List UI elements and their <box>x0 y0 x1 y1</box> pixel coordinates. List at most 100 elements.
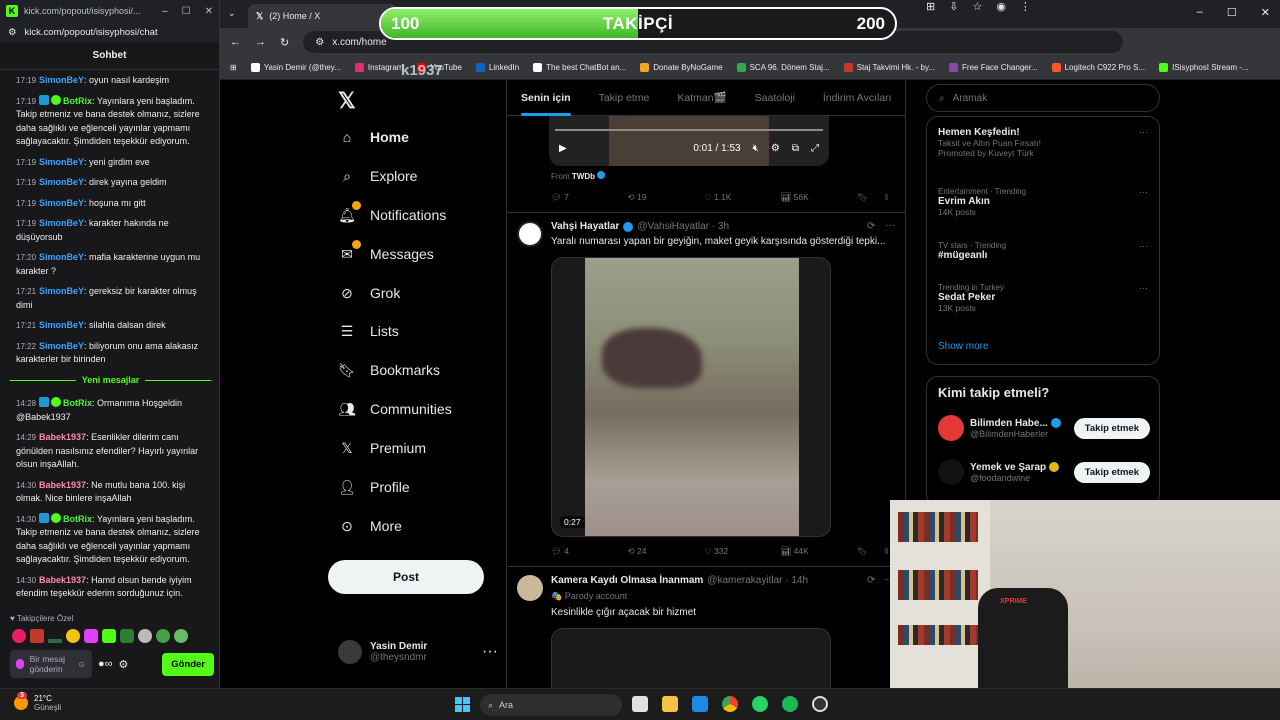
message-username[interactable]: BotRix <box>63 514 92 524</box>
like-action[interactable]: ♡ 1.1K <box>704 192 781 203</box>
reply-action[interactable]: 💬︎ 4 <box>551 546 628 557</box>
like-action[interactable]: ♡ 332 <box>704 546 781 557</box>
emote-icon[interactable] <box>66 629 80 643</box>
menu-icon[interactable]: ⋮ <box>1020 0 1031 13</box>
show-more-link[interactable]: Show more <box>938 341 989 352</box>
emote-picker-icon[interactable]: ●∞ <box>98 658 113 670</box>
reload-icon[interactable]: ↻ <box>280 36 289 49</box>
more-dots-icon[interactable]: ··· <box>482 643 498 661</box>
emote-icon[interactable] <box>120 629 134 643</box>
bookmark-item[interactable]: The best ChatBot an... <box>533 63 626 72</box>
nav-item-profile[interactable]: 👤︎ Profile <box>338 478 410 496</box>
avatar[interactable] <box>517 221 543 247</box>
trend-item[interactable]: Trending in Turkey Sedat Peker 13K posts ··… <box>938 283 1148 313</box>
tweet-media[interactable] <box>551 628 831 688</box>
spotify-icon[interactable] <box>782 696 798 712</box>
site-settings-icon[interactable]: ⚙ <box>8 27 17 38</box>
nav-item-bookmarks[interactable]: 🔖︎ Bookmarks <box>338 361 440 379</box>
message-username[interactable]: SimonBeY <box>39 198 84 208</box>
timeline-tab[interactable]: Katman🎬 <box>677 91 726 104</box>
avatar[interactable] <box>517 575 543 601</box>
nav-item-home[interactable]: ⌂ Home <box>338 128 409 146</box>
bookmark-item[interactable]: Yasin Demir (@they... <box>250 63 341 72</box>
play-icon[interactable]: ▶ <box>559 143 567 154</box>
message-username[interactable]: Babek1937 <box>39 480 86 490</box>
site-info-icon[interactable]: ⚙ <box>315 37 324 48</box>
star-icon[interactable]: ☆ <box>972 0 982 13</box>
message-username[interactable]: BotRix <box>63 398 92 408</box>
nav-item-explore[interactable]: ⌕ Explore <box>338 167 417 185</box>
more-dots-icon[interactable]: ··· <box>885 220 895 231</box>
close-icon[interactable]: ✕ <box>1261 6 1270 19</box>
suggested-account[interactable]: Yemek ve Şarap @foodandwine Takip etmek <box>938 459 1150 485</box>
post-button[interactable]: Post <box>328 560 484 594</box>
video-player[interactable]: ▶ 0:01 / 1:53 🔇︎ ⚙ ⧉ ⤢ <box>549 116 829 166</box>
settings-gear-icon[interactable]: ⚙ <box>119 658 129 671</box>
message-username[interactable]: SimonBeY <box>39 75 84 85</box>
bookmark-item[interactable]: LinkedIn <box>475 63 519 72</box>
forward-icon[interactable]: → <box>255 36 266 48</box>
timeline-tab[interactable]: İndirim Avcıları <box>823 92 892 104</box>
bookmark-item[interactable]: SCA 96. Dönem Staj... <box>736 63 830 72</box>
nav-item-communities[interactable]: 👥︎ Communities <box>338 400 452 418</box>
emote-icon[interactable] <box>102 629 116 643</box>
back-icon[interactable]: ← <box>230 36 241 48</box>
message-username[interactable]: SimonBeY <box>39 218 84 228</box>
weather-widget[interactable]: 3 21°C Güneşli <box>14 692 61 712</box>
views-action[interactable]: 📊︎ 56K <box>781 192 858 203</box>
tweet-handle[interactable]: @VahsiHayatlar · 3h <box>637 221 729 232</box>
send-button[interactable]: Gönder <box>162 652 214 676</box>
message-username[interactable]: BotRix <box>63 96 92 106</box>
grok-icon[interactable]: ⟳ <box>867 575 875 586</box>
nav-item-lists[interactable]: ☰ Lists <box>338 322 399 340</box>
bookmark-item[interactable]: Free Face Changer... <box>949 63 1038 72</box>
bookmark-item[interactable]: ISisyphosI Stream -... <box>1159 63 1249 72</box>
bookmark-item[interactable]: Staj Takvimi Hk. - by... <box>843 63 935 72</box>
x-logo-icon[interactable]: 𝕏 <box>338 88 356 114</box>
reply-action[interactable]: 💬︎ 7 <box>551 192 628 203</box>
nav-item-premium[interactable]: 𝕏 Premium <box>338 439 426 457</box>
more-dots-icon[interactable]: ··· <box>1139 283 1148 293</box>
tab-search-icon[interactable]: ⌄ <box>228 8 236 19</box>
store-icon[interactable] <box>692 696 708 712</box>
whatsapp-icon[interactable] <box>752 696 768 712</box>
minimize-icon[interactable]: – <box>162 6 168 17</box>
browser-tab[interactable]: 𝕏 (2) Home / X ✕ <box>248 4 398 28</box>
emote-icon[interactable] <box>48 639 62 643</box>
search-input[interactable]: ⌕ Aramak <box>926 84 1160 112</box>
retweet-action[interactable]: ⟲ 24 <box>628 546 705 557</box>
source-link[interactable]: TWDb <box>572 172 595 181</box>
tweet-handle[interactable]: @kamerakayitlar · 14h <box>707 575 808 586</box>
taskbar-search[interactable]: ⌕ Ara <box>480 694 622 716</box>
bookmark-item[interactable]: Logitech C922 Pro S... <box>1051 63 1145 72</box>
profile-avatar-icon[interactable]: ◉ <box>996 0 1006 13</box>
close-icon[interactable]: ✕ <box>205 6 213 17</box>
timeline-tab[interactable]: Takip etme <box>599 92 650 104</box>
bookmark-action[interactable]: 🔖︎ <box>857 192 883 203</box>
share-icon[interactable]: ⇪ <box>883 192 897 203</box>
emote-icon[interactable] <box>30 629 44 643</box>
grok-icon[interactable]: ⟳ <box>867 221 875 232</box>
message-username[interactable]: SimonBeY <box>39 341 84 351</box>
retweet-action[interactable]: ⟲ 19 <box>628 192 705 203</box>
chrome-icon[interactable] <box>722 696 738 712</box>
nav-item-messages[interactable]: ✉ Messages <box>338 240 434 263</box>
chat-url[interactable]: kick.com/popout/isisyphosi/chat <box>25 27 158 38</box>
emote-icon[interactable] <box>156 629 170 643</box>
more-dots-icon[interactable]: ··· <box>1139 127 1148 137</box>
obs-icon[interactable] <box>812 696 828 712</box>
suggested-account[interactable]: Bilimden Habe... @BilimdenHaberler Takip e… <box>938 415 1150 441</box>
windows-start-icon[interactable] <box>455 697 470 712</box>
message-username[interactable]: SimonBeY <box>39 286 84 296</box>
emote-icon[interactable] <box>174 629 188 643</box>
more-dots-icon[interactable]: ··· <box>1139 187 1148 197</box>
emoji-icon[interactable]: ☺ <box>77 659 86 669</box>
bookmark-action[interactable]: 🔖︎ <box>857 546 883 557</box>
mic-icon[interactable] <box>16 659 24 669</box>
follow-button[interactable]: Takip etmek <box>1073 461 1150 483</box>
install-icon[interactable]: ⇩ <box>949 0 958 13</box>
message-username[interactable]: SimonBeY <box>39 157 84 167</box>
task-view-icon[interactable] <box>632 696 648 712</box>
nav-item-notifications[interactable]: 🔔︎ Notifications <box>338 201 446 224</box>
bookmark-item[interactable]: Instagram <box>354 63 403 72</box>
